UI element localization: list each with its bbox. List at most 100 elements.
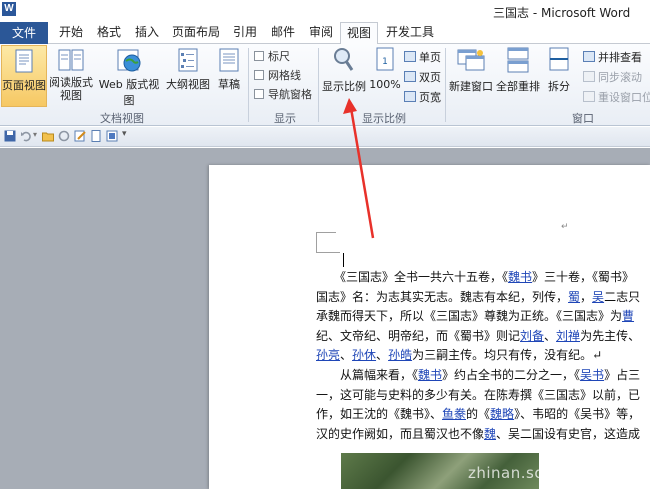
zoom-button[interactable]: 显示比例 — [321, 45, 367, 107]
text-run: 一，这可能与史料的多少有关。在陈寿撰《三国志》以前，已 — [316, 387, 641, 402]
text-run: 汉的史作阙如，而且蜀汉也不像 — [316, 426, 485, 441]
tab-home[interactable]: 开始 — [54, 22, 88, 44]
tab-review[interactable]: 审阅 — [304, 22, 338, 44]
page-view-button[interactable]: 页面视图 — [1, 45, 47, 107]
split-button[interactable]: 拆分 — [542, 45, 576, 107]
open-folder-icon[interactable] — [42, 130, 54, 142]
hyperlink[interactable]: 吴书 — [580, 368, 604, 382]
print-preview-icon[interactable] — [106, 130, 118, 142]
nav-pane-label: 导航窗格 — [268, 88, 312, 101]
hyperlink[interactable]: 孙休 — [352, 348, 376, 362]
tab-insert[interactable]: 插入 — [130, 22, 164, 44]
ruler-checkbox[interactable]: 标尺 — [254, 48, 290, 64]
quick-access-toolbar: ▾ ▾ — [0, 127, 650, 147]
watermark-text: zhinan.sogou.com — [468, 464, 613, 482]
text-line[interactable]: 从篇幅来看，《魏书》约占全书的二分之一，《吴书》占三 — [316, 366, 650, 386]
one-page-button[interactable]: 单页 — [404, 49, 441, 65]
tab-mailings[interactable]: 邮件 — [266, 22, 300, 44]
text-run: 为三嗣主传。均只有传，没有纪。↵ — [412, 348, 603, 363]
document-page[interactable]: ↵ 《三国志》全书一共六十五卷，《魏书》三十卷，《蜀书》 国志》名：为志其实无志。… — [209, 165, 650, 489]
group-separator — [248, 48, 249, 122]
margin-corner-mark — [316, 252, 340, 253]
text-line[interactable]: 一，这可能与史料的多少有关。在陈寿撰《三国志》以前，已 — [316, 386, 650, 406]
text-line[interactable]: 《三国志》全书一共六十五卷，《魏书》三十卷，《蜀书》 — [316, 268, 650, 288]
sync-scroll-button[interactable]: 同步滚动 — [583, 69, 642, 85]
side-by-side-button[interactable]: 并排查看 — [583, 49, 642, 65]
outline-icon — [178, 48, 198, 72]
text-run: 》、韦昭的《吴书》等， — [514, 407, 641, 422]
text-run: 》占三 — [604, 367, 641, 382]
web-view-label: Web 版式视图 — [98, 78, 160, 107]
undo-dropdown-icon[interactable]: ▾ — [33, 130, 37, 139]
two-pages-icon — [404, 71, 416, 82]
word-app-icon[interactable]: W — [2, 2, 16, 16]
page-width-button[interactable]: 页宽 — [404, 89, 441, 105]
margin-corner-mark — [316, 232, 317, 252]
hyperlink[interactable]: 魏 — [484, 427, 496, 441]
tab-view[interactable]: 视图 — [340, 22, 378, 45]
hyperlink[interactable]: 吴 — [592, 290, 604, 304]
text-cursor — [343, 253, 344, 267]
hyperlink[interactable]: 魏书 — [508, 270, 532, 284]
two-pages-button[interactable]: 双页 — [404, 69, 441, 85]
text-run: 》约占全书的二分之一，《 — [442, 367, 581, 382]
outline-view-button[interactable]: 大纲视图 — [165, 45, 211, 107]
redo-icon[interactable] — [58, 130, 70, 142]
save-icon[interactable] — [4, 130, 16, 142]
document-body-text[interactable]: 《三国志》全书一共六十五卷，《魏书》三十卷，《蜀书》 国志》名：为志其实无志。魏志… — [316, 268, 650, 444]
group-separator — [318, 48, 319, 122]
text-line[interactable]: 国志》名：为志其实无志。魏志有本纪，列传，蜀，吴二志只 — [316, 288, 650, 308]
read-view-button[interactable]: 阅读版式 视图 — [48, 45, 94, 107]
book-icon — [58, 49, 84, 71]
nav-pane-checkbox[interactable]: 导航窗格 — [254, 86, 312, 102]
split-icon — [549, 47, 569, 71]
text-run: 承魏而得天下，所以《三国志》尊魏为正统。《三国志》为 — [316, 309, 623, 324]
hyperlink[interactable]: 曹 — [622, 309, 634, 323]
page-width-label: 页宽 — [419, 91, 441, 104]
sync-scroll-label: 同步滚动 — [598, 71, 642, 84]
tab-references[interactable]: 引用 — [228, 22, 262, 44]
undo-icon[interactable] — [20, 130, 32, 142]
hyperlink[interactable]: 刘备 — [520, 329, 544, 343]
zoom-100-button[interactable]: 1 100% — [368, 45, 402, 107]
text-line[interactable]: 汉的史作阙如，而且蜀汉也不像魏、吴二国设有史官，这造成 — [316, 425, 650, 445]
tab-page-layout[interactable]: 页面布局 — [168, 22, 224, 44]
gridlines-checkbox[interactable]: 网格线 — [254, 67, 301, 83]
zoom-label: 显示比例 — [322, 80, 366, 93]
tab-file[interactable]: 文件 — [0, 22, 48, 44]
text-line[interactable]: 承魏而得天下，所以《三国志》尊魏为正统。《三国志》为曹 — [316, 307, 650, 327]
sync-scroll-icon — [583, 71, 595, 82]
hyperlink[interactable]: 孙亮 — [316, 348, 340, 362]
tab-developer[interactable]: 开发工具 — [382, 22, 438, 44]
page-view-icon — [15, 49, 33, 73]
hyperlink[interactable]: 蜀 — [568, 290, 580, 304]
text-line[interactable]: 孙亮、孙休、孙皓为三嗣主传。均只有传，没有纪。↵ — [316, 346, 650, 366]
gridlines-label: 网格线 — [268, 69, 301, 82]
group-label-zoom: 显示比例 — [362, 112, 406, 125]
customize-toolbar-icon[interactable]: ▾ — [122, 129, 127, 139]
new-doc-icon[interactable] — [90, 130, 102, 142]
text-run: 、 — [376, 348, 389, 363]
reset-position-button[interactable]: 重设窗口位 — [583, 89, 650, 105]
hyperlink[interactable]: 魏略 — [490, 407, 514, 421]
tab-format[interactable]: 格式 — [92, 22, 126, 44]
text-run: 从篇幅来看，《 — [316, 367, 419, 382]
text-run: 国志》名：为志其实无志。魏志有本纪，列传， — [316, 289, 569, 304]
text-line[interactable]: 纪、文帝纪、明帝纪，而《蜀书》则记刘备、刘禅为先主传、 — [316, 327, 650, 347]
text-run: 《三国志》全书一共六十五卷，《 — [316, 270, 509, 284]
hyperlink[interactable]: 魏书 — [418, 368, 442, 382]
read-view-label-1: 阅读版式 — [49, 76, 93, 89]
edit-doc-icon[interactable] — [74, 130, 86, 142]
arrange-all-label: 全部重排 — [496, 80, 540, 93]
margin-corner-mark — [316, 232, 336, 233]
arrange-all-button[interactable]: 全部重排 — [495, 45, 541, 107]
draft-view-button[interactable]: 草稿 — [212, 45, 246, 107]
text-line[interactable]: 作，如王沈的《魏书》、鱼豢的《魏略》、韦昭的《吴书》等， — [316, 405, 650, 425]
new-window-icon — [457, 49, 485, 71]
hyperlink[interactable]: 刘禅 — [556, 329, 580, 343]
hyperlink[interactable]: 孙皓 — [388, 348, 412, 362]
web-view-button[interactable]: Web 版式视图 — [94, 45, 164, 107]
text-run: 二志只 — [604, 289, 641, 304]
new-window-button[interactable]: 新建窗口 — [448, 45, 494, 107]
hyperlink[interactable]: 鱼豢 — [442, 407, 466, 421]
